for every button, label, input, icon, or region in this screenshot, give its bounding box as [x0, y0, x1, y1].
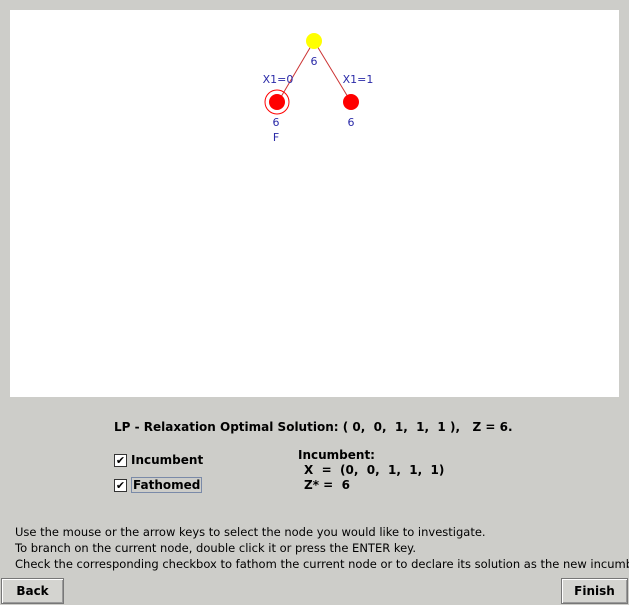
incumbent-z-value: Z* = 6	[304, 478, 350, 492]
incumbent-check-mark[interactable]: ✔	[114, 453, 127, 467]
tree-node-left[interactable]	[269, 94, 285, 110]
branch-label-right: X1=1	[343, 73, 374, 86]
branch-and-bound-tree[interactable]: 6 X1=0 X1=1 6 F 6	[10, 10, 619, 397]
fathomed-checkbox-label: Fathomed	[131, 477, 203, 493]
finish-button[interactable]: Finish	[561, 578, 628, 604]
incumbent-checkbox-label: Incumbent	[131, 453, 204, 467]
lp-relaxation-solution: LP - Relaxation Optimal Solution: ( 0, 0…	[114, 420, 513, 434]
incumbent-checkbox[interactable]: ✔ Incumbent	[114, 453, 203, 467]
tree-node-root[interactable]	[306, 33, 322, 49]
node-value-root: 6	[311, 55, 318, 68]
tree-canvas[interactable]: 6 X1=0 X1=1 6 F 6	[10, 10, 619, 397]
branch-label-left: X1=0	[263, 73, 294, 86]
node-status-left: F	[273, 131, 279, 144]
tree-edge-right	[313, 40, 352, 103]
back-button[interactable]: Back	[1, 578, 64, 604]
instruction-line: Check the corresponding checkbox to fath…	[15, 557, 629, 571]
instructions: Use the mouse or the arrow keys to selec…	[15, 524, 629, 572]
incumbent-title: Incumbent:	[298, 448, 375, 462]
node-value-left: 6	[273, 116, 280, 129]
fathomed-checkbox[interactable]: ✔ Fathomed	[114, 477, 203, 493]
tree-edge-left	[277, 40, 315, 103]
instruction-line: Use the mouse or the arrow keys to selec…	[15, 525, 486, 539]
incumbent-summary: Incumbent: X = (0, 0, 1, 1, 1) Z* = 6	[298, 448, 444, 493]
tree-node-right[interactable]	[343, 94, 359, 110]
fathomed-check-mark[interactable]: ✔	[114, 478, 127, 492]
incumbent-x-value: X = (0, 0, 1, 1, 1)	[304, 463, 445, 477]
instruction-line: To branch on the current node, double cl…	[15, 541, 417, 555]
node-value-right: 6	[348, 116, 355, 129]
